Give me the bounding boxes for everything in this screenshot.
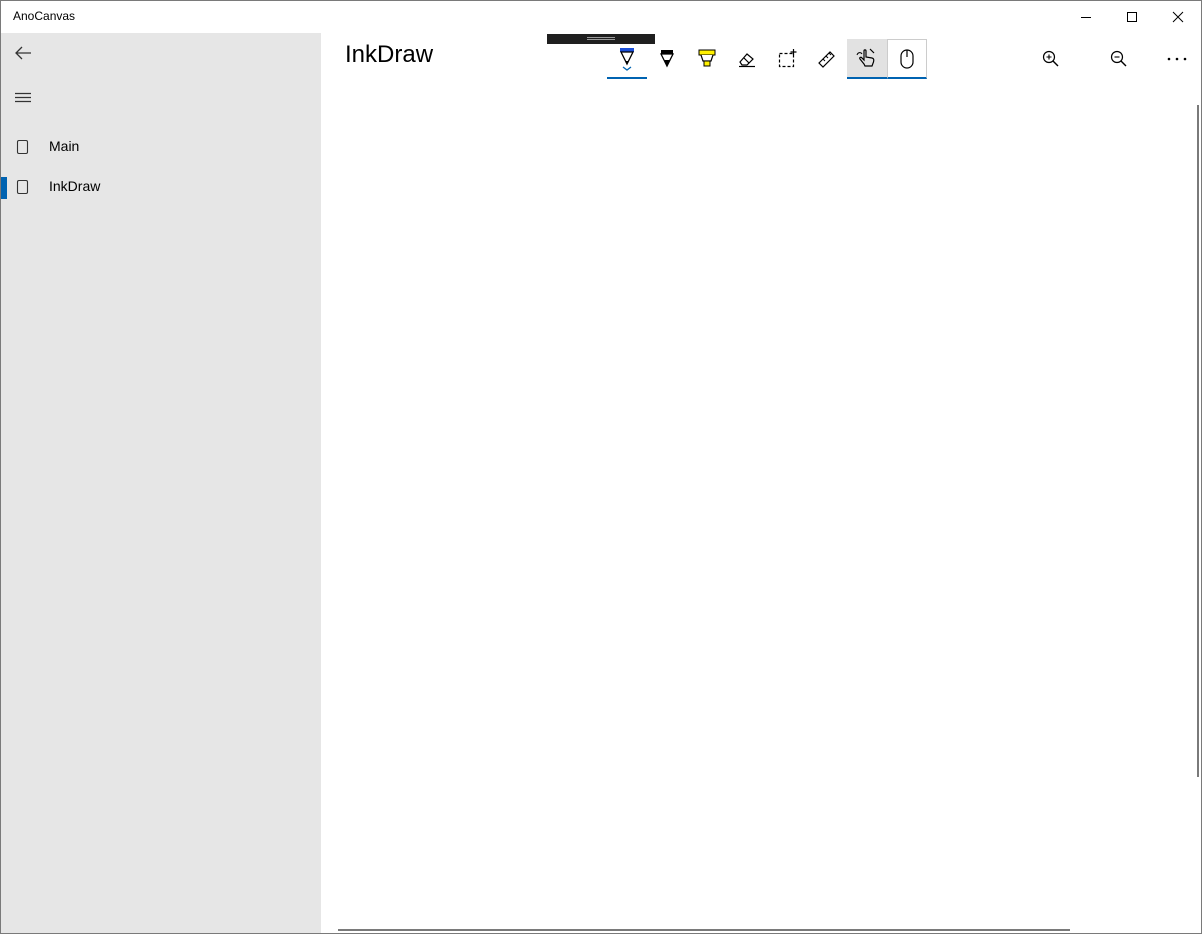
- document-icon: [16, 139, 29, 155]
- grip-line: [587, 37, 615, 38]
- pencil-icon: [659, 50, 675, 68]
- app-title: AnoCanvas: [13, 9, 76, 23]
- document-icon: [16, 179, 29, 195]
- back-button[interactable]: [1, 33, 45, 73]
- ruler-tool[interactable]: [807, 39, 847, 79]
- pencil-tool[interactable]: [647, 39, 687, 79]
- zoom-out-icon: [1110, 50, 1127, 67]
- minimize-button[interactable]: [1063, 1, 1109, 33]
- close-button[interactable]: [1155, 1, 1201, 33]
- nav-item-label: Main: [49, 138, 80, 154]
- mouse-writing-toggle[interactable]: [887, 39, 927, 79]
- main-content: InkDraw: [321, 33, 1201, 933]
- ballpoint-pen-tool[interactable]: [607, 39, 647, 79]
- touch-writing-toggle[interactable]: [847, 39, 887, 79]
- maximize-icon: [1127, 12, 1137, 22]
- zoom-in-button[interactable]: [1027, 39, 1075, 79]
- maximize-button[interactable]: [1109, 1, 1155, 33]
- more-options-button[interactable]: [1153, 39, 1201, 79]
- page-title: InkDraw: [345, 41, 434, 68]
- eraser-icon: [739, 53, 755, 68]
- zoom-in-icon: [1042, 50, 1059, 67]
- nav-item-inkdraw[interactable]: InkDraw: [1, 167, 321, 207]
- more-icon: [1167, 57, 1187, 61]
- ink-canvas[interactable]: [321, 97, 1197, 927]
- nav-item-label: InkDraw: [49, 178, 101, 194]
- vertical-scrollbar[interactable]: [1197, 105, 1199, 777]
- app-window: AnoCanvas Main InkDraw InkDraw: [0, 0, 1202, 934]
- touch-writing-icon: [856, 48, 875, 67]
- nav-item-main[interactable]: Main: [1, 127, 321, 167]
- mouse-icon: [900, 48, 914, 69]
- hamburger-icon: [15, 92, 31, 103]
- zoom-out-button[interactable]: [1095, 39, 1143, 79]
- back-arrow-icon: [15, 46, 31, 60]
- ruler-icon: [818, 51, 835, 68]
- highlighter-tool[interactable]: [687, 39, 727, 79]
- minimize-icon: [1081, 17, 1091, 18]
- navigation-pane: Main InkDraw: [1, 33, 321, 933]
- eraser-tool[interactable]: [727, 39, 767, 79]
- title-bar[interactable]: AnoCanvas: [1, 1, 1201, 33]
- hamburger-menu-button[interactable]: [1, 77, 45, 117]
- horizontal-scrollbar[interactable]: [338, 929, 1070, 931]
- ballpoint-pen-icon: [619, 48, 635, 71]
- lasso-selection-tool[interactable]: [767, 39, 807, 79]
- selection-indicator: [1, 177, 7, 199]
- highlighter-icon: [698, 49, 716, 67]
- close-icon: [1172, 11, 1184, 23]
- lasso-select-icon: [778, 49, 797, 68]
